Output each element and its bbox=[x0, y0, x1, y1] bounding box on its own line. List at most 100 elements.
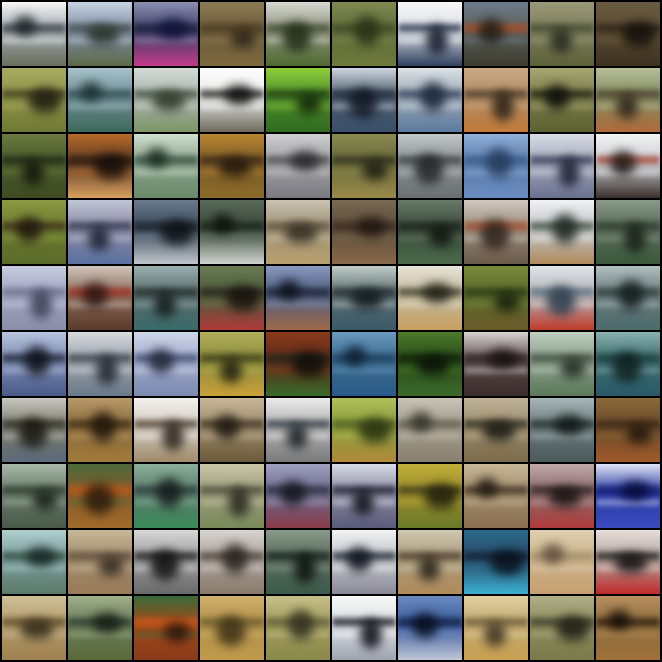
image-tile bbox=[134, 398, 198, 462]
tile-band bbox=[2, 38, 66, 43]
image-tile bbox=[332, 200, 396, 264]
tile-subject bbox=[494, 292, 520, 312]
tile-subject bbox=[212, 214, 234, 234]
tile-subject bbox=[226, 286, 260, 311]
tile-subject bbox=[28, 88, 62, 113]
tile-subject bbox=[424, 484, 458, 509]
image-tile bbox=[134, 68, 198, 132]
image-tile bbox=[68, 398, 132, 462]
tile-subject bbox=[286, 424, 308, 449]
tile-subject bbox=[616, 94, 638, 119]
tile-subject bbox=[230, 28, 256, 48]
tile-subject bbox=[550, 28, 572, 53]
tile-background bbox=[332, 332, 396, 396]
image-tile bbox=[530, 68, 594, 132]
tile-subject bbox=[30, 289, 52, 319]
tile-subject bbox=[492, 91, 514, 121]
image-tile bbox=[68, 332, 132, 396]
tile-subject bbox=[148, 349, 174, 374]
image-tile bbox=[2, 464, 66, 528]
tile-band bbox=[200, 236, 264, 241]
tile-subject bbox=[622, 22, 656, 47]
image-tile bbox=[464, 596, 528, 660]
tile-subject bbox=[490, 550, 524, 575]
tile-subject bbox=[610, 151, 636, 176]
image-tile bbox=[68, 464, 132, 528]
image-tile bbox=[266, 464, 330, 528]
tile-background bbox=[266, 266, 330, 330]
image-tile bbox=[596, 68, 660, 132]
tile-subject bbox=[556, 616, 590, 641]
image-tile bbox=[464, 332, 528, 396]
tile-subject bbox=[16, 217, 42, 242]
tile-subject bbox=[478, 19, 504, 44]
tile-band bbox=[398, 434, 462, 439]
image-tile bbox=[464, 200, 528, 264]
image-tile bbox=[332, 464, 396, 528]
image-tile bbox=[2, 596, 66, 660]
tile-subject bbox=[410, 412, 432, 432]
image-tile bbox=[200, 530, 264, 594]
tile-subject bbox=[484, 622, 506, 647]
tile-band bbox=[134, 170, 198, 175]
tile-background bbox=[596, 596, 660, 660]
tile-subject bbox=[146, 148, 168, 168]
tile-band bbox=[68, 632, 132, 637]
image-tile bbox=[2, 398, 66, 462]
tile-subject bbox=[288, 610, 314, 640]
image-tile bbox=[200, 332, 264, 396]
tile-subject bbox=[158, 19, 188, 39]
image-tile bbox=[530, 266, 594, 330]
tile-subject bbox=[544, 85, 570, 110]
image-tile bbox=[398, 332, 462, 396]
tile-subject bbox=[150, 550, 180, 580]
image-tile bbox=[596, 266, 660, 330]
tile-subject bbox=[476, 478, 498, 498]
image-tile bbox=[464, 266, 528, 330]
image-tile bbox=[596, 134, 660, 198]
image-tile bbox=[530, 2, 594, 66]
image-tile bbox=[464, 398, 528, 462]
image-tile bbox=[464, 530, 528, 594]
tile-subject bbox=[482, 421, 516, 441]
tile-subject bbox=[90, 412, 116, 442]
image-tile bbox=[2, 134, 66, 198]
image-tile bbox=[266, 134, 330, 198]
image-tile bbox=[200, 134, 264, 198]
tile-band bbox=[332, 236, 396, 241]
tile-background bbox=[68, 68, 132, 132]
image-tile bbox=[68, 134, 132, 198]
tile-subject bbox=[94, 154, 128, 179]
image-tile bbox=[398, 398, 462, 462]
image-tile bbox=[200, 266, 264, 330]
image-tile bbox=[266, 398, 330, 462]
tile-subject bbox=[228, 487, 250, 517]
image-tile bbox=[530, 200, 594, 264]
image-tile bbox=[2, 332, 66, 396]
tile-subject bbox=[84, 484, 114, 514]
tile-subject bbox=[426, 25, 448, 55]
image-tile bbox=[332, 134, 396, 198]
image-tile bbox=[530, 398, 594, 462]
tile-subject bbox=[612, 352, 642, 382]
tile-subject bbox=[160, 220, 194, 245]
tile-band bbox=[134, 38, 198, 43]
tile-band bbox=[2, 566, 66, 571]
tile-subject bbox=[82, 283, 108, 308]
image-tile bbox=[2, 2, 66, 66]
tile-subject bbox=[14, 16, 36, 36]
tile-subject bbox=[620, 481, 650, 501]
tile-band bbox=[596, 500, 660, 505]
tile-background bbox=[200, 200, 264, 264]
tile-subject bbox=[346, 547, 372, 572]
tile-subject bbox=[418, 556, 440, 581]
image-tile bbox=[398, 596, 462, 660]
tile-subject bbox=[88, 226, 110, 251]
image-tile bbox=[530, 530, 594, 594]
tile-subject bbox=[546, 286, 576, 316]
tile-subject bbox=[414, 154, 444, 184]
image-tile bbox=[464, 2, 528, 66]
tile-background bbox=[2, 2, 66, 66]
tile-subject bbox=[488, 349, 518, 369]
image-tile bbox=[200, 200, 264, 264]
